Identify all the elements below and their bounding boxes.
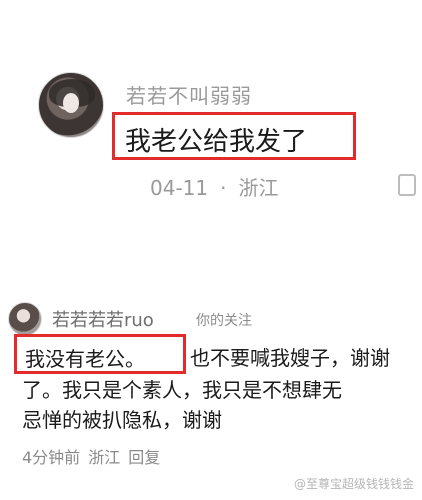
username[interactable]: 若若不叫弱弱 xyxy=(126,80,252,109)
bottom-comment-card: 若若若若ruo 你的关注 我没有老公。 也不要喊我嫂子，谢谢 了。我只是个素人，… xyxy=(0,280,422,500)
comment-text: 我老公给我发了 xyxy=(125,127,308,157)
weibo-watermark: @至尊宝超级钱钱钱金 xyxy=(293,477,414,491)
user-avatar[interactable] xyxy=(8,302,42,336)
user-avatar[interactable] xyxy=(38,72,104,138)
comment-meta: 4分钟前 浙江 回复 xyxy=(22,444,168,468)
username[interactable]: 若若若若ruo xyxy=(52,306,154,332)
comment-text-line-1: 也不要喊我嫂子，谢谢 xyxy=(190,346,390,370)
meta-separator: · xyxy=(220,176,227,200)
comment-time: 4分钟前 xyxy=(22,448,81,467)
reply-icon[interactable] xyxy=(398,174,416,196)
comment-text-line-3: 忌惮的被扒隐私，谢谢 xyxy=(22,408,222,432)
comment-text-line-2: 了。我只是个素人，我只是不想肆无 xyxy=(22,378,342,402)
comment-date: 04-11 xyxy=(150,176,209,200)
reply-button[interactable]: 回复 xyxy=(128,448,160,467)
highlight-box: 我老公给我发了 xyxy=(112,112,356,160)
highlighted-text: 我没有老公。 xyxy=(25,347,145,371)
top-comment-card: 若若不叫弱弱 我老公给我发了 04-11 · 浙江 xyxy=(0,0,422,240)
comment-meta: 04-11 · 浙江 xyxy=(150,172,278,201)
comment-location: 浙江 xyxy=(88,448,121,467)
avatar-face xyxy=(63,93,79,113)
follow-tag: 你的关注 xyxy=(196,313,252,329)
comment-location: 浙江 xyxy=(238,176,279,200)
highlight-box: 我没有老公。 xyxy=(14,334,186,374)
